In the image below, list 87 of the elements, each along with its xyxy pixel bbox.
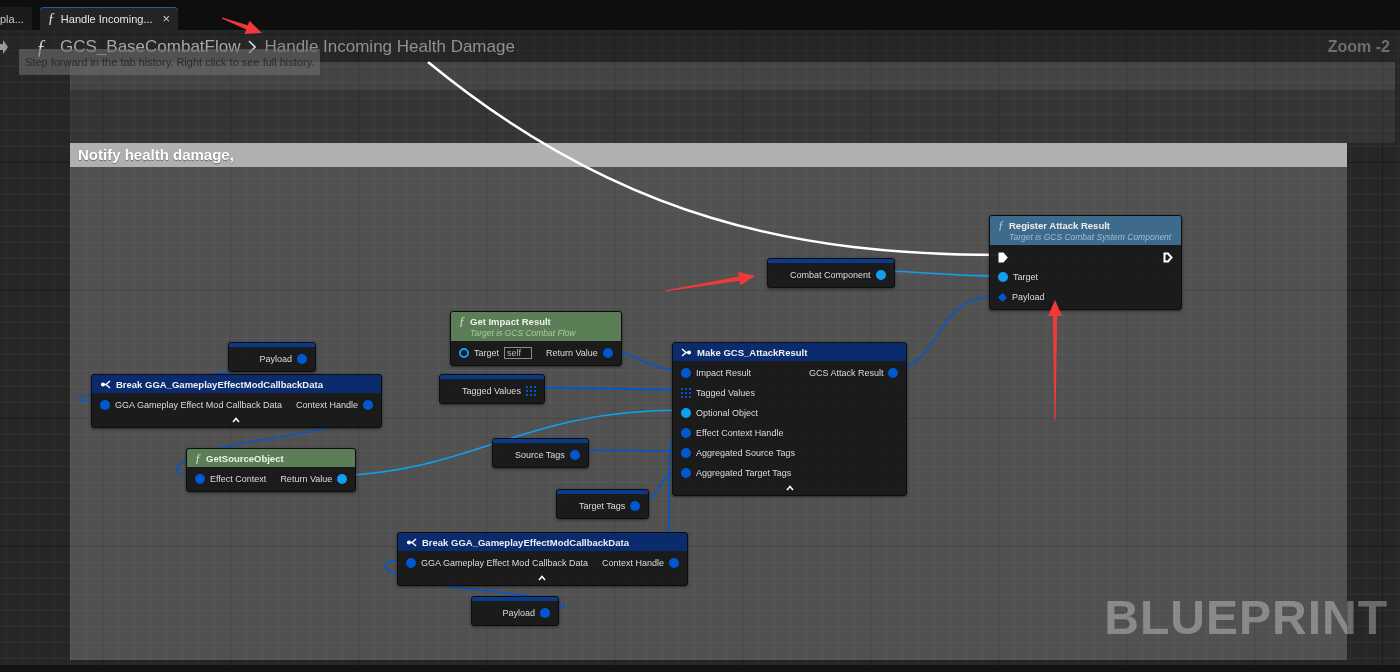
exec-pin-icon[interactable]: [1163, 251, 1173, 263]
pin-label: Target Tags: [579, 501, 626, 511]
pin-icon[interactable]: [681, 468, 691, 478]
node-title: Make GCS_AttackResult: [697, 346, 808, 358]
pin-label: Combat Component: [790, 270, 871, 280]
pin-label: Payload: [502, 608, 535, 618]
caret-icon[interactable]: [232, 417, 241, 423]
node-title: Break GGA_GameplayEffectModCallbackData: [422, 536, 629, 548]
pin-label: Target: [1013, 272, 1038, 282]
node-title: GetSourceObject: [206, 452, 284, 464]
pin-label: GCS Attack Result: [808, 368, 884, 378]
pin-label: Optional Object: [696, 408, 759, 418]
node[interactable]: Source Tags: [492, 438, 589, 468]
pin-icon[interactable]: [681, 428, 691, 438]
caret-icon[interactable]: [538, 575, 547, 581]
pin-icon[interactable]: [569, 450, 580, 460]
function-icon: ƒ: [998, 217, 1004, 233]
pin-icon[interactable]: [668, 558, 679, 568]
node[interactable]: ƒ Register Attack Result Target is GCS Combat System Component Target Payload: [989, 215, 1182, 310]
pin-icon[interactable]: [540, 608, 550, 618]
node[interactable]: Payload: [228, 342, 316, 372]
pin-label: Effect Context Handle: [696, 428, 784, 438]
pin-icon[interactable]: [195, 474, 205, 484]
node-subtitle: Target is GCS Combat System Component: [1009, 232, 1173, 242]
pin-label: GGA Gameplay Effect Mod Callback Data: [421, 558, 588, 568]
pin-icon[interactable]: [681, 368, 691, 378]
split-icon: [100, 379, 111, 389]
node[interactable]: ƒ GetSourceObject Effect Context Return Value: [186, 448, 357, 492]
pin-label: Return Value: [280, 474, 333, 484]
node[interactable]: Combat Component: [767, 258, 895, 288]
pin-icon[interactable]: [602, 348, 613, 358]
pin-label: Payload: [259, 354, 292, 364]
array-pin-icon[interactable]: [681, 388, 691, 398]
node[interactable]: ƒ Get Impact Result Target is GCS Combat Flow Target self Return Value: [450, 311, 622, 366]
pin-label: Aggregated Target Tags: [696, 468, 792, 478]
pin-label: Context Handle: [295, 400, 358, 410]
node[interactable]: Break GGA_GameplayEffectModCallbackData GGA Gameplay Effect Mod Callback Data Context Handle: [91, 374, 382, 428]
node[interactable]: Tagged Values: [439, 374, 545, 404]
chevron-icon: [248, 40, 257, 54]
array-pin-icon[interactable]: [525, 386, 536, 396]
graph-type-label: BLUEPRINT: [1104, 590, 1388, 645]
default-value-field[interactable]: self: [504, 347, 532, 359]
pin-icon[interactable]: [630, 501, 641, 511]
pin-icon[interactable]: [337, 474, 348, 484]
pin-label: Aggregated Source Tags: [696, 448, 795, 458]
node-title: Get Impact Result: [470, 315, 551, 327]
pin-label: Effect Context: [210, 474, 267, 484]
tab[interactable]: pla...: [0, 7, 32, 30]
node[interactable]: Target Tags: [556, 489, 650, 519]
pin-label: Context Handle: [601, 558, 664, 568]
pin-icon[interactable]: [100, 400, 110, 410]
function-icon: ƒ: [459, 313, 465, 329]
pin-label: Tagged Values: [696, 388, 755, 398]
pin-icon[interactable]: [459, 348, 469, 358]
exec-pin-icon[interactable]: [998, 251, 1008, 263]
node[interactable]: Make GCS_AttackResult Impact Result Tagged Values Optional Object Effect Context Handle Aggregated Source Tags Aggregated Target Tags GCS Attack Result: [672, 342, 908, 496]
pin-icon[interactable]: [875, 270, 886, 280]
zoom-label: Zoom -2: [1327, 38, 1390, 56]
node-title: Break GGA_GameplayEffectModCallbackData: [116, 378, 323, 390]
pin-icon[interactable]: [888, 368, 899, 378]
pin-label: Target: [474, 348, 499, 358]
close-button[interactable]: ×: [162, 11, 171, 26]
pin-icon[interactable]: [681, 408, 691, 418]
pin-icon[interactable]: [362, 400, 373, 410]
split-icon: [406, 537, 417, 547]
pin-label: Tagged Values: [462, 386, 521, 396]
node[interactable]: Break GGA_GameplayEffectModCallbackData GGA Gameplay Effect Mod Callback Data Context Handle: [397, 532, 688, 586]
pin-icon[interactable]: [998, 292, 1007, 302]
forward-arrow-icon[interactable]: [0, 40, 8, 54]
pin-icon[interactable]: [297, 354, 307, 364]
node-subtitle: Target is GCS Combat Flow: [470, 328, 577, 338]
function-icon: ƒ: [195, 450, 201, 466]
merge-icon: [681, 347, 692, 357]
caret-icon[interactable]: [785, 485, 794, 491]
pin-label: GGA Gameplay Effect Mod Callback Data: [115, 400, 282, 410]
annotation-arrow: [221, 17, 262, 34]
node-title: Register Attack Result: [1009, 219, 1110, 231]
pin-label: Return Value: [546, 348, 598, 358]
comment-title: Notify health damage,: [70, 143, 1347, 167]
pin-label: Impact Result: [696, 368, 752, 378]
tab[interactable]: ƒ Handle Incoming... ×: [39, 7, 179, 30]
pin-icon[interactable]: [998, 272, 1008, 282]
pin-label: Payload: [1012, 292, 1045, 302]
node[interactable]: Payload: [471, 596, 559, 626]
pin-icon[interactable]: [406, 558, 416, 568]
pin-icon[interactable]: [681, 448, 691, 458]
pin-label: Source Tags: [515, 450, 565, 460]
